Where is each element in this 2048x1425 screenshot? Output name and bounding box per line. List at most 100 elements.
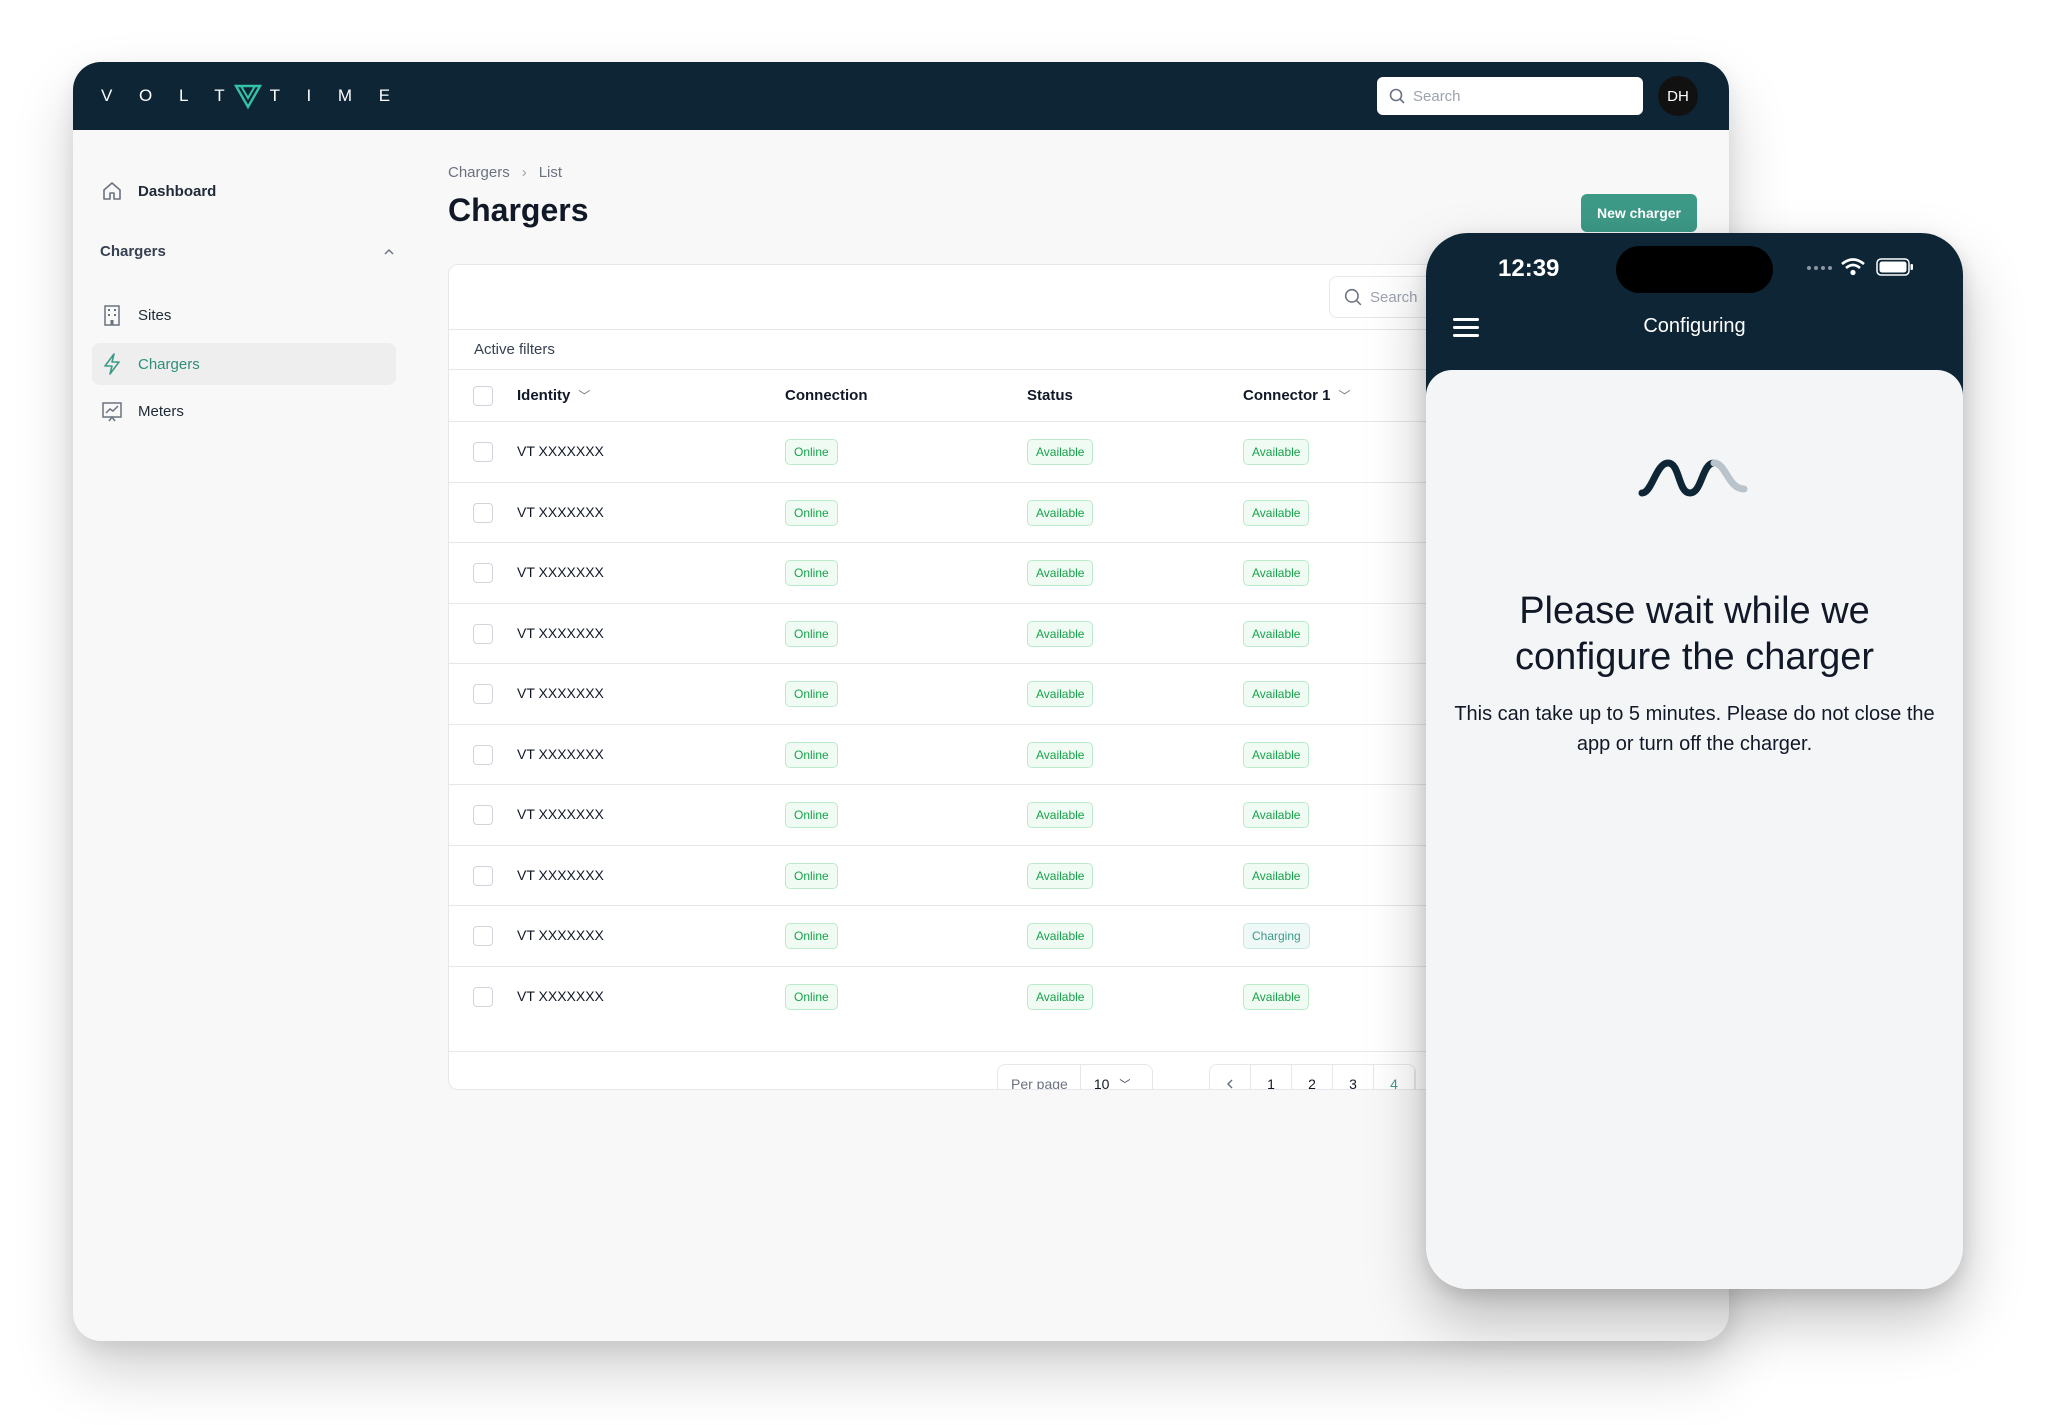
identity-cell[interactable]: VT XXXXXXX <box>517 504 604 520</box>
phone-header-title: Configuring <box>1643 315 1746 337</box>
connector-badge: Available <box>1243 560 1310 586</box>
sidebar-item-label: Dashboard <box>138 182 217 200</box>
identity-cell[interactable]: VT XXXXXXX <box>517 625 604 641</box>
page-button-3[interactable]: 3 <box>1333 1065 1374 1089</box>
identity-cell[interactable]: VT XXXXXXX <box>517 806 604 822</box>
row-checkbox[interactable] <box>473 744 493 765</box>
column-identity[interactable]: Identity ﹀ <box>517 387 590 404</box>
row-checkbox[interactable] <box>473 926 493 946</box>
connector-badge: Available <box>1243 620 1310 647</box>
status-badge: Available <box>1027 499 1094 526</box>
sidebar-item-label: Meters <box>138 402 184 420</box>
identity-cell[interactable]: VT XXXXXXX <box>517 564 604 580</box>
connection-badge: Online <box>785 560 838 586</box>
signal-icon <box>1807 266 1832 270</box>
sidebar-item-label: Sites <box>138 306 172 324</box>
status-badge: Available <box>1027 923 1094 949</box>
search-icon <box>1344 288 1362 306</box>
chart-icon <box>100 399 124 423</box>
sidebar-item-dashboard[interactable]: Dashboard <box>100 172 396 210</box>
connector-badge: Available <box>1243 439 1310 465</box>
global-search-input[interactable]: Search <box>1377 77 1643 115</box>
row-checkbox[interactable] <box>473 684 493 704</box>
row-checkbox[interactable] <box>473 502 493 523</box>
status-badge: Available <box>1027 862 1094 889</box>
status-badge: Available <box>1027 983 1094 1010</box>
volttime-logo[interactable]: V O L T T I M E <box>101 81 401 111</box>
sidebar-item-sites[interactable]: Sites <box>92 296 396 334</box>
page-numbers: 1 2 3 4 <box>1209 1064 1416 1089</box>
chevron-up-icon <box>384 248 394 255</box>
previous-page-button[interactable] <box>1210 1065 1251 1089</box>
identity-cell[interactable]: VT XXXXXXX <box>517 988 604 1004</box>
row-checkbox[interactable] <box>473 805 493 825</box>
wifi-icon <box>1841 258 1865 276</box>
page-button-4[interactable]: 4 <box>1374 1065 1415 1089</box>
connection-badge: Online <box>785 983 838 1010</box>
connection-badge: Online <box>785 923 838 949</box>
status-bar-time: 12:39 <box>1498 255 1560 282</box>
user-avatar[interactable]: DH <box>1658 76 1698 116</box>
row-checkbox[interactable] <box>473 442 493 462</box>
connector-badge: Available <box>1243 862 1310 889</box>
connector-badge: Available <box>1243 983 1310 1010</box>
connection-badge: Online <box>785 802 838 828</box>
logo-mark-icon <box>233 84 262 110</box>
identity-cell[interactable]: VT XXXXXXX <box>517 746 604 762</box>
home-icon <box>100 179 124 203</box>
status-bar-icons <box>1806 255 1914 279</box>
connector-badge: Charging <box>1243 923 1310 949</box>
active-filters-label: Active filters <box>474 341 555 358</box>
row-checkbox[interactable] <box>473 986 493 1007</box>
breadcrumb-chargers[interactable]: Chargers <box>448 164 510 181</box>
bolt-icon <box>100 352 124 376</box>
page-title: Chargers <box>448 192 589 228</box>
column-connector-1[interactable]: Connector 1 ﹀ <box>1243 387 1351 404</box>
status-badge: Available <box>1027 620 1094 647</box>
connection-badge: Online <box>785 681 838 707</box>
sidebar-item-chargers[interactable]: Chargers <box>92 343 396 385</box>
row-checkbox[interactable] <box>473 563 493 583</box>
identity-cell[interactable]: VT XXXXXXX <box>517 867 604 883</box>
connection-badge: Online <box>785 862 838 889</box>
row-checkbox[interactable] <box>473 623 493 644</box>
page-button-2[interactable]: 2 <box>1292 1065 1333 1089</box>
chevron-down-icon: ﹀ <box>1119 1079 1131 1090</box>
chevron-right-icon: › <box>521 164 527 181</box>
sidebar-group-chargers[interactable]: Chargers <box>100 243 396 260</box>
status-badge: Available <box>1027 560 1094 586</box>
loading-wave-icon <box>1638 459 1748 497</box>
connector-badge: Available <box>1243 499 1310 526</box>
configuring-message: This can take up to 5 minutes. Please do… <box>1454 703 1935 755</box>
page-button-1[interactable]: 1 <box>1251 1065 1292 1089</box>
chevron-down-icon: ﹀ <box>1338 389 1351 403</box>
column-connection: Connection <box>785 387 868 404</box>
phone-frame: 12:39 Configuring Please wait while we c… <box>1426 233 1963 1289</box>
per-page-select[interactable]: Per page 10 ﹀ <box>997 1064 1153 1090</box>
connection-badge: Online <box>785 499 838 526</box>
identity-cell[interactable]: VT XXXXXXX <box>517 927 604 943</box>
breadcrumb-list: List <box>538 164 563 181</box>
identity-cell[interactable]: VT XXXXXXX <box>517 685 604 701</box>
identity-cell[interactable]: VT XXXXXXX <box>517 443 604 459</box>
per-page-label: Per page <box>998 1065 1081 1089</box>
status-badge: Available <box>1027 681 1094 707</box>
select-all-checkbox[interactable] <box>473 386 493 406</box>
connection-badge: Online <box>785 439 838 465</box>
chevron-down-icon: ﹀ <box>578 389 591 403</box>
battery-icon <box>1876 258 1913 276</box>
sidebar-item-label: Chargers <box>138 355 200 373</box>
search-icon <box>1389 88 1405 104</box>
new-charger-button[interactable]: New charger <box>1581 194 1697 232</box>
row-checkbox[interactable] <box>473 865 493 886</box>
status-badge: Available <box>1027 439 1094 465</box>
connector-badge: Available <box>1243 681 1310 707</box>
connector-badge: Available <box>1243 802 1310 828</box>
top-bar: V O L T T I M E Search DH <box>73 62 1729 130</box>
sidebar-item-meters[interactable]: Meters <box>92 392 396 430</box>
status-badge: Available <box>1027 741 1094 768</box>
status-badge: Available <box>1027 802 1094 828</box>
phone-content <box>1426 370 1963 1289</box>
configuring-heading: Please wait while we configure the charg… <box>1514 590 1875 678</box>
chevron-left-icon <box>1226 1079 1233 1089</box>
